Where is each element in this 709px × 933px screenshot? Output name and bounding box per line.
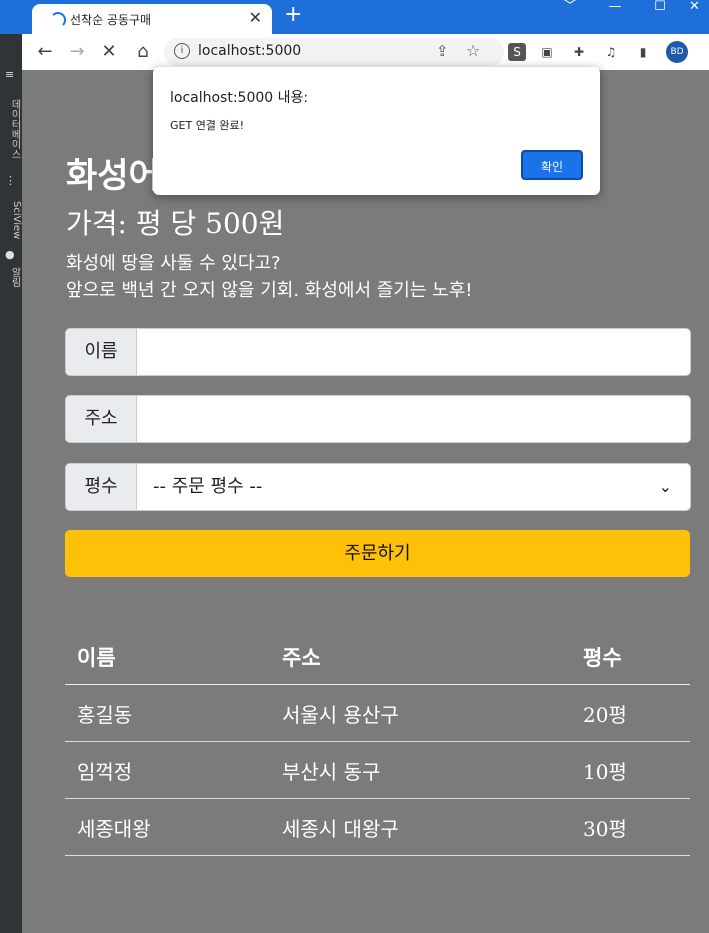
media-control-icon[interactable]: ♫ xyxy=(602,43,620,61)
cell-address: 서울시 용산구 xyxy=(270,684,571,742)
table-row: 홍길동 서울시 용산구 20평 xyxy=(65,684,690,742)
cast-icon[interactable]: ▣ xyxy=(538,43,556,61)
side-panel-icon[interactable]: ▮ xyxy=(634,43,652,61)
home-icon[interactable]: ⌂ xyxy=(132,41,154,62)
back-button[interactable]: ← xyxy=(34,41,56,62)
cell-name: 임꺽정 xyxy=(65,741,270,799)
name-input[interactable] xyxy=(138,329,690,375)
size-field-group[interactable]: 평수 -- 주문 평수 -- ⌄ xyxy=(65,463,691,511)
tab-search-icon[interactable]: ﹀ xyxy=(550,0,590,14)
cell-size: 30평 xyxy=(571,798,690,856)
address-field-group: 주소 xyxy=(65,395,691,443)
order-button[interactable]: 주문하기 xyxy=(65,530,690,577)
forward-button[interactable]: → xyxy=(66,41,88,62)
size-select[interactable]: -- 주문 평수 -- xyxy=(153,464,262,510)
browser-titlebar: 선착순 공동구매 ✕ + ﹀ — ☐ ✕ xyxy=(0,0,709,34)
maximize-button[interactable]: ☐ xyxy=(640,0,680,14)
address-input[interactable] xyxy=(138,396,690,442)
profile-avatar[interactable]: BD xyxy=(666,41,688,63)
page-content: 화성어 가격: 평 당 500원 화성에 땅을 사둘 수 있다고? 앞으로 백년… xyxy=(22,70,709,933)
address-bar[interactable]: i localhost:5000 ⇪ ☆ xyxy=(164,38,504,66)
name-label: 이름 xyxy=(66,329,137,375)
url-text[interactable]: localhost:5000 xyxy=(198,43,301,59)
name-field-group: 이름 xyxy=(65,328,691,376)
size-label: 평수 xyxy=(66,464,137,510)
header-address: 주소 xyxy=(270,630,571,685)
alert-dialog: localhost:5000 내용: GET 연결 완료! 확인 xyxy=(153,67,600,195)
dialog-title: localhost:5000 내용: xyxy=(170,90,309,106)
header-size: 평수 xyxy=(571,630,690,685)
sciview-icon[interactable]: ⋮ xyxy=(5,174,17,187)
header-name: 이름 xyxy=(65,630,270,685)
price-text: 가격: 평 당 500원 xyxy=(66,207,285,240)
side-panel-notifications[interactable]: 알림 xyxy=(0,262,22,292)
cell-address: 세종시 대왕구 xyxy=(270,798,571,856)
table-row: 세종대왕 세종시 대왕구 30평 xyxy=(65,798,690,856)
cell-name: 세종대왕 xyxy=(65,798,270,856)
browser-tab[interactable]: 선착순 공동구매 ✕ xyxy=(32,4,272,34)
minimize-button[interactable]: — xyxy=(595,0,635,14)
tab-title: 선착순 공동구매 xyxy=(70,13,152,27)
table-header-row: 이름 주소 평수 xyxy=(65,630,690,685)
description-line-2: 앞으로 백년 간 오지 않을 기회. 화성에서 즐기는 노후! xyxy=(66,280,473,301)
site-info-icon[interactable]: i xyxy=(174,43,190,59)
dialog-ok-button[interactable]: 확인 xyxy=(521,150,583,180)
loading-spinner-icon xyxy=(50,12,66,28)
cell-name: 홍길동 xyxy=(65,684,270,742)
page-title: 화성어 xyxy=(66,156,160,196)
share-icon[interactable]: ⇪ xyxy=(436,42,449,60)
extension-s-icon[interactable]: S xyxy=(508,43,526,61)
description-line-1: 화성에 땅을 사둘 수 있다고? xyxy=(66,253,281,274)
close-window-button[interactable]: ✕ xyxy=(680,0,709,14)
orders-table: 이름 주소 평수 홍길동 서울시 용산구 20평 임꺽정 부산시 동구 10평 … xyxy=(65,630,690,856)
table-row: 임꺽정 부산시 동구 10평 xyxy=(65,741,690,799)
cell-size: 20평 xyxy=(571,684,690,742)
browser-toolbar: ← → ✕ ⌂ i localhost:5000 ⇪ ☆ S ▣ ✚ ♫ ▮ B… xyxy=(0,34,709,71)
stop-loading-button[interactable]: ✕ xyxy=(98,41,120,62)
new-tab-button[interactable]: + xyxy=(284,2,302,27)
notification-bell-icon[interactable]: ● xyxy=(5,248,17,261)
side-panel-database[interactable]: 데이터베이스 xyxy=(0,84,22,174)
description: 화성에 땅을 사둘 수 있다고? 앞으로 백년 간 오지 않을 기회. 화성에서… xyxy=(66,250,472,304)
side-panel-sciview[interactable]: SciView xyxy=(0,190,22,250)
tab-close-icon[interactable]: ✕ xyxy=(249,8,262,27)
bookmark-star-icon[interactable]: ☆ xyxy=(466,41,480,60)
extensions-puzzle-icon[interactable]: ✚ xyxy=(570,43,588,61)
address-label: 주소 xyxy=(66,396,137,442)
chevron-down-icon[interactable]: ⌄ xyxy=(659,477,672,496)
dialog-message: GET 연결 완료! xyxy=(170,119,245,132)
database-icon[interactable]: ≡ xyxy=(5,68,17,81)
cell-address: 부산시 동구 xyxy=(270,741,571,799)
cell-size: 10평 xyxy=(571,741,690,799)
ide-side-panel: ≡ 데이터베이스 ⋮ SciView ● 알림 xyxy=(0,34,22,933)
